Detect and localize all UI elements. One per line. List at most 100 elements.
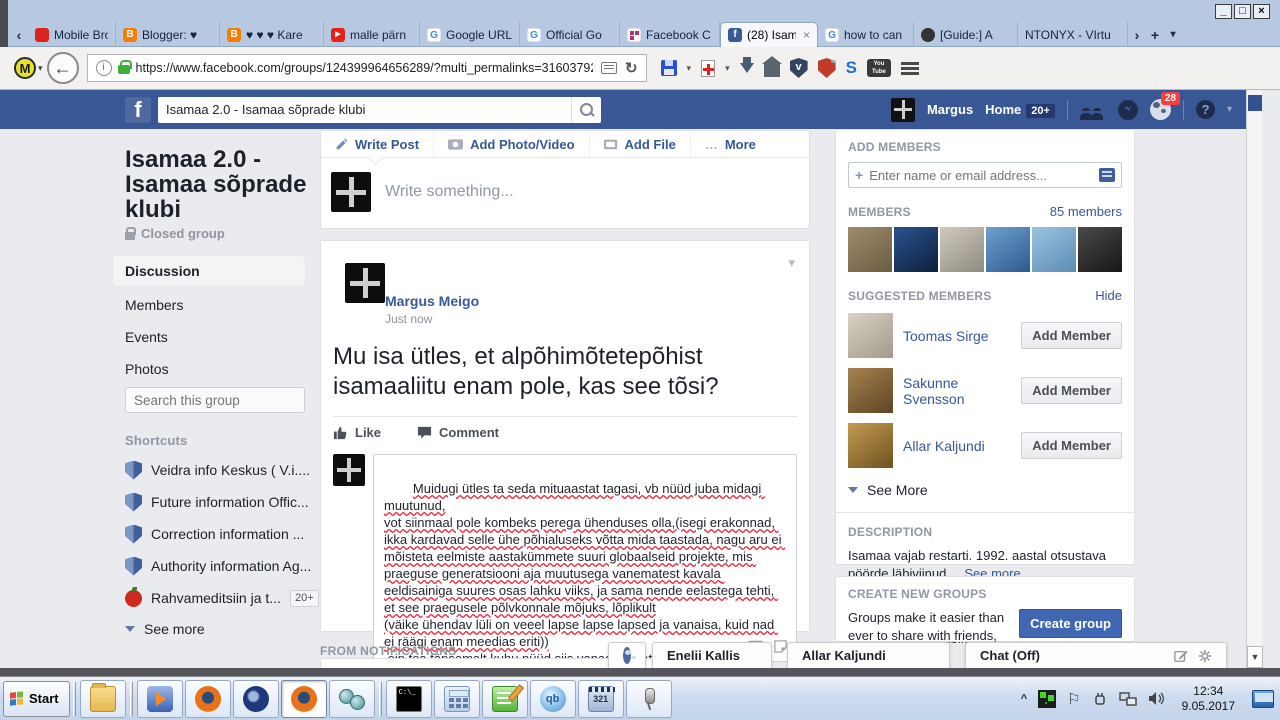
member-photo[interactable] bbox=[894, 227, 938, 272]
menu-hamburger-icon[interactable] bbox=[900, 61, 919, 75]
browser-tab[interactable]: [Guide:] A bbox=[914, 22, 1018, 47]
post-author-link[interactable]: Margus Meigo bbox=[385, 293, 797, 309]
taskbar-notepad[interactable] bbox=[481, 679, 528, 718]
chat-tab[interactable]: Enelii Kallis bbox=[652, 642, 772, 668]
browser-tab[interactable]: NTONYX - VIrtu bbox=[1018, 22, 1128, 47]
taskbar-command-prompt[interactable]: C:\_ bbox=[385, 679, 432, 718]
suggested-avatar[interactable] bbox=[848, 423, 893, 468]
tab-more[interactable]: … More bbox=[691, 131, 770, 157]
taskbar-file-manager[interactable] bbox=[79, 679, 126, 718]
member-photo[interactable] bbox=[1078, 227, 1122, 272]
tab-add-photo-video[interactable]: Add Photo/Video bbox=[434, 131, 590, 157]
tray-flag-icon[interactable]: ⚐ bbox=[1067, 690, 1080, 708]
page-scrollbar[interactable]: ▼ bbox=[1246, 90, 1263, 668]
member-photo[interactable] bbox=[940, 227, 984, 272]
taskbar-clock[interactable]: 12:34 9.05.2017 bbox=[1176, 684, 1241, 714]
downloads-icon[interactable] bbox=[739, 57, 754, 73]
reader-mode-icon[interactable] bbox=[600, 62, 617, 74]
member-photo[interactable] bbox=[986, 227, 1030, 272]
shortcut-item[interactable]: Correction information ... bbox=[125, 524, 304, 544]
notifications-globe-icon[interactable]: 28 bbox=[1149, 92, 1180, 120]
taskbar-qbittorrent[interactable]: qb bbox=[529, 679, 576, 718]
create-group-button[interactable]: Create group bbox=[1019, 609, 1122, 638]
tray-monitor-icon[interactable] bbox=[1038, 689, 1057, 708]
taskbar-firefox-active[interactable] bbox=[280, 679, 327, 718]
browser-tab[interactable]: G how to can bbox=[818, 22, 914, 47]
suggested-name-link[interactable]: Sakunne Svensson bbox=[903, 375, 1011, 407]
browser-tab[interactable]: Facebook C bbox=[620, 22, 720, 47]
taskbar-calculator[interactable] bbox=[433, 679, 480, 718]
tab-scroll-right-button[interactable]: › bbox=[1128, 23, 1146, 47]
taskbar-seamonkey[interactable] bbox=[232, 679, 279, 718]
facebook-search-input[interactable] bbox=[158, 96, 571, 123]
add-member-button[interactable]: Add Member bbox=[1021, 432, 1122, 459]
add-member-button[interactable]: Add Member bbox=[1021, 377, 1122, 404]
new-tab-button[interactable]: + bbox=[1146, 23, 1164, 47]
tab-list-dropdown[interactable]: ▾ bbox=[1164, 23, 1182, 47]
tab-write-post[interactable]: Write Post bbox=[321, 131, 435, 157]
home-icon[interactable] bbox=[761, 56, 782, 77]
start-button[interactable]: Start bbox=[3, 680, 70, 717]
messenger-icon[interactable] bbox=[1117, 99, 1138, 120]
post-author-avatar[interactable] bbox=[345, 263, 385, 303]
browser-tab[interactable]: ▶ malle pärn bbox=[324, 22, 420, 47]
window-close-button[interactable]: × bbox=[1253, 4, 1270, 19]
hide-link[interactable]: Hide bbox=[1095, 288, 1122, 303]
group-title[interactable]: Isamaa 2.0 - Isamaa sõprade klubi bbox=[125, 147, 315, 222]
contacts-book-icon[interactable] bbox=[1099, 168, 1115, 182]
browser-tab[interactable]: B ♥ ♥ ♥ Kare bbox=[220, 22, 324, 47]
back-button[interactable]: ← bbox=[46, 52, 79, 84]
scrollbar-thumb[interactable] bbox=[1248, 95, 1262, 111]
post-timestamp[interactable]: Just now bbox=[385, 312, 797, 326]
taskbar-media-player[interactable] bbox=[136, 679, 183, 718]
shortcut-item[interactable]: Veidra info Keskus ( V.i.... bbox=[125, 460, 310, 480]
scrollbar-down-button[interactable]: ▼ bbox=[1247, 646, 1263, 668]
window-maximize-button[interactable]: □ bbox=[1234, 4, 1251, 19]
health-dropdown-caret[interactable]: ▾ bbox=[725, 63, 730, 74]
sidebar-item-events[interactable]: Events bbox=[113, 322, 305, 352]
see-more-link[interactable]: See More bbox=[848, 480, 1122, 500]
suggested-name-link[interactable]: Toomas Sirge bbox=[903, 328, 1011, 344]
search-icon[interactable] bbox=[571, 96, 601, 123]
user-avatar[interactable] bbox=[890, 97, 915, 122]
save-dropdown-caret[interactable]: ▾ bbox=[687, 63, 692, 74]
sidebar-item-discussion[interactable]: Discussion bbox=[113, 256, 305, 286]
help-icon[interactable]: ? bbox=[1195, 100, 1215, 119]
url-input[interactable] bbox=[135, 61, 593, 75]
suggested-name-link[interactable]: Allar Kaljundi bbox=[903, 438, 1011, 454]
shortcut-item[interactable]: Authority information Ag... bbox=[125, 556, 311, 576]
see-more-link[interactable]: See more bbox=[125, 619, 205, 639]
tray-power-icon[interactable] bbox=[1092, 691, 1108, 707]
browser-tab[interactable]: Mobile Bro bbox=[28, 22, 116, 47]
health-extension-icon[interactable] bbox=[701, 59, 716, 77]
address-bar[interactable]: i ↻ bbox=[86, 54, 647, 82]
facebook-logo[interactable]: f bbox=[125, 96, 151, 123]
add-member-input[interactable] bbox=[869, 167, 1099, 183]
tray-expand-icon[interactable]: ^ bbox=[1021, 693, 1027, 705]
like-button[interactable]: Like bbox=[333, 425, 381, 440]
taskbar-firefox[interactable] bbox=[184, 679, 231, 718]
tab-add-file[interactable]: Add File bbox=[590, 131, 691, 157]
youtube-toolbar-icon[interactable]: You Tube bbox=[866, 59, 891, 77]
tray-network-icon[interactable] bbox=[1118, 691, 1137, 706]
window-minimize-button[interactable]: _ bbox=[1215, 4, 1232, 19]
friend-requests-icon[interactable] bbox=[1079, 104, 1106, 120]
home-link[interactable]: Home 20+ bbox=[985, 102, 1055, 118]
page-info-icon[interactable]: i bbox=[95, 60, 112, 76]
shortcut-item[interactable]: Rahvameditsiin ja t... 20+ bbox=[125, 586, 319, 608]
notifications-dock-tab[interactable] bbox=[608, 642, 646, 668]
m-dropdown-caret[interactable]: ▾ bbox=[38, 63, 43, 74]
members-count-link[interactable]: 85 members bbox=[1050, 204, 1122, 219]
chat-settings-gear-icon[interactable] bbox=[1198, 649, 1212, 663]
taskbar-recorder[interactable] bbox=[625, 679, 672, 718]
account-dropdown-caret[interactable]: ▾ bbox=[1227, 104, 1232, 115]
comment-input-box[interactable]: Muidugi ütles ta seda mituaastat tagasi,… bbox=[373, 454, 797, 666]
suggested-avatar[interactable] bbox=[848, 313, 893, 358]
user-name-link[interactable]: Margus bbox=[927, 102, 973, 117]
browser-tab[interactable]: G Google URL bbox=[420, 22, 520, 47]
reload-icon[interactable]: ↻ bbox=[625, 59, 638, 77]
sidebar-item-members[interactable]: Members bbox=[113, 290, 305, 320]
new-message-icon[interactable] bbox=[1174, 649, 1188, 663]
adblock-shield-icon[interactable]: v bbox=[789, 58, 808, 78]
sticker-icon[interactable] bbox=[773, 639, 788, 654]
